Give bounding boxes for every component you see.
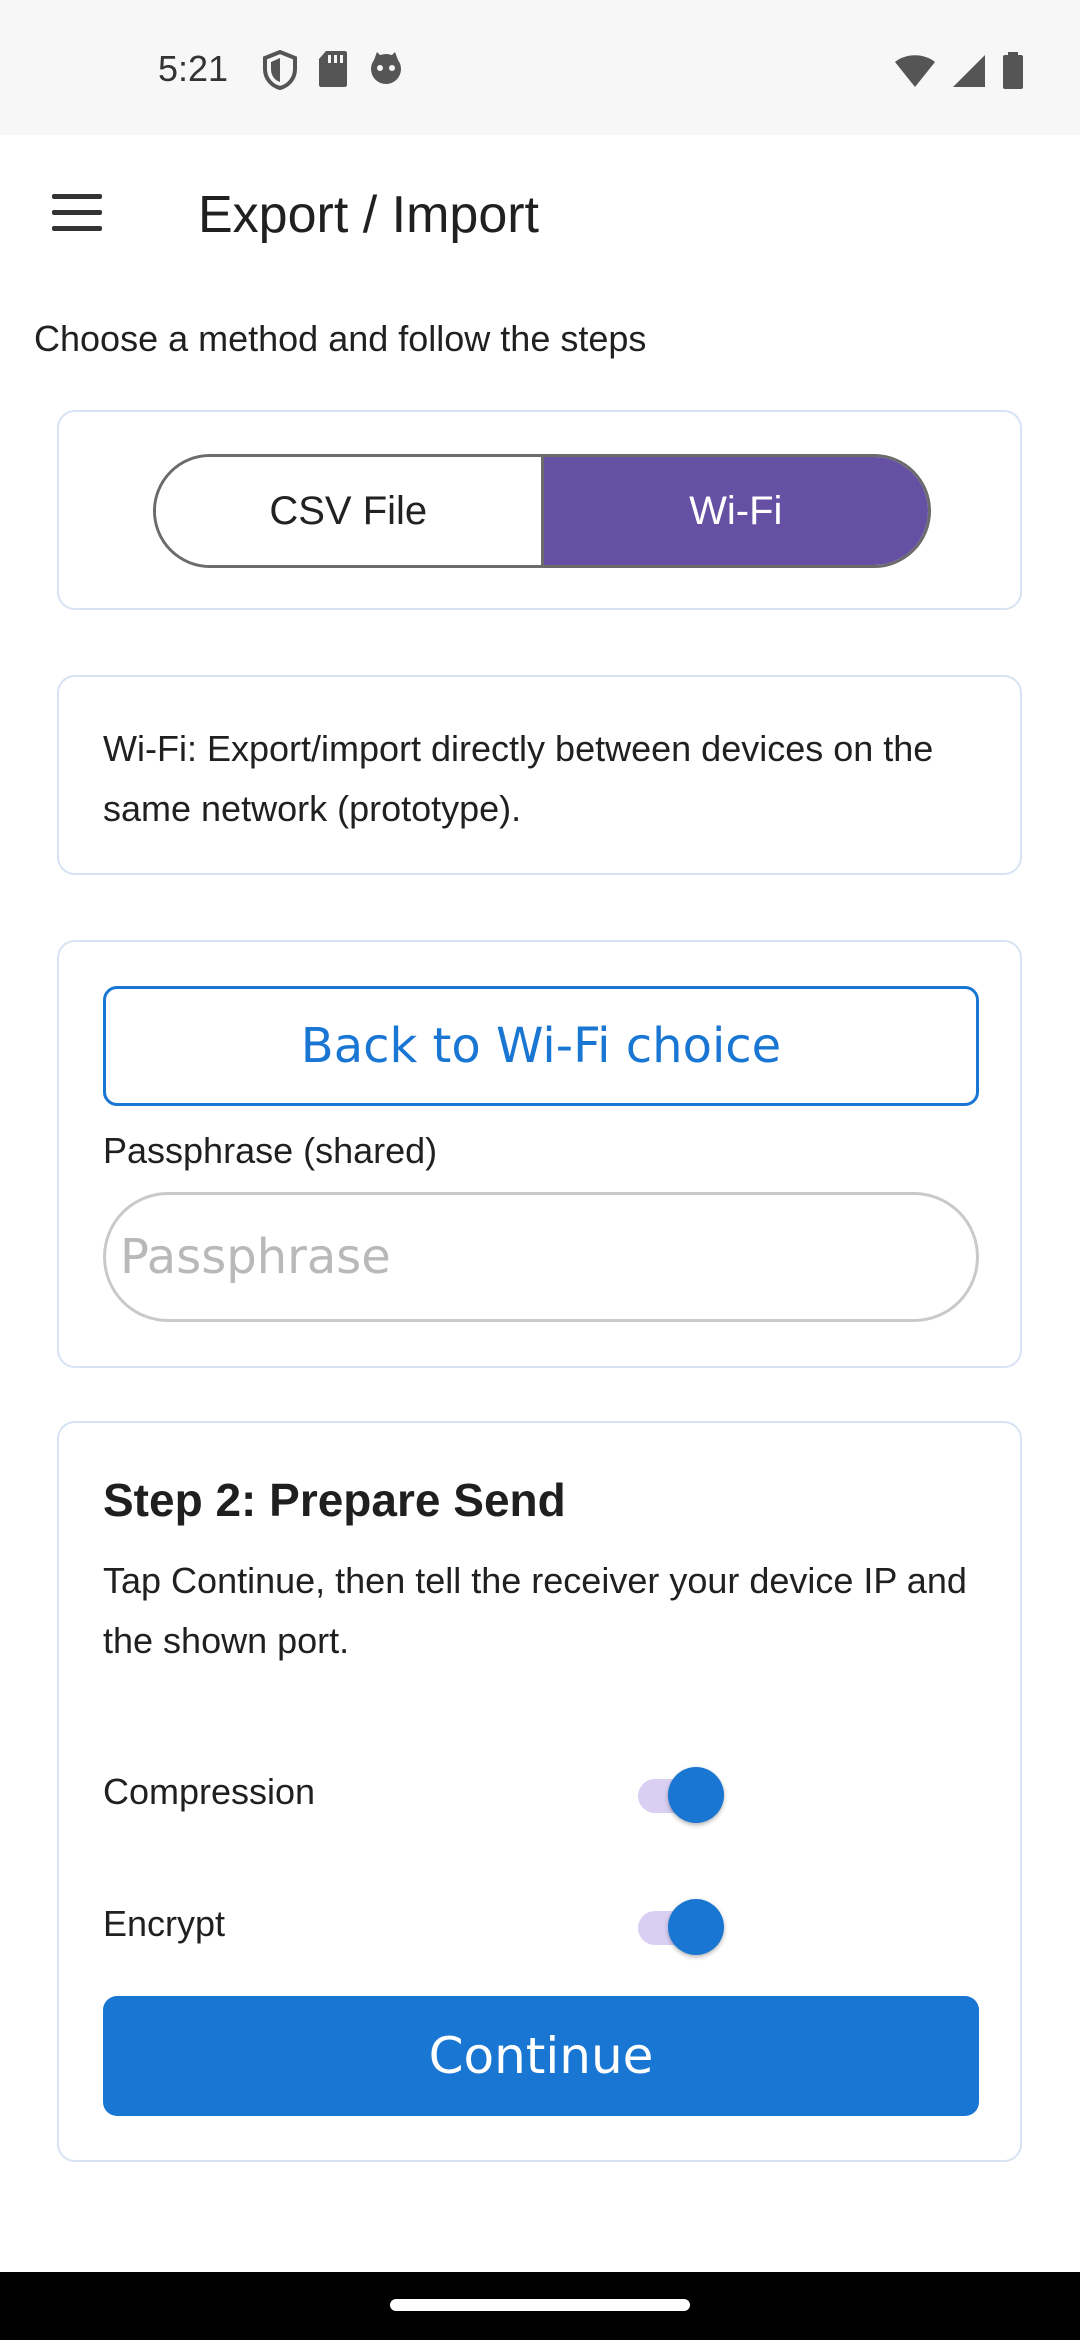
- compression-row: Compression: [103, 1757, 724, 1827]
- sd-card-icon: [319, 51, 347, 87]
- status-icons-right: [894, 52, 1024, 90]
- info-card: Wi-Fi: Export/import directly between de…: [57, 675, 1022, 875]
- back-to-wifi-choice-button[interactable]: Back to Wi-Fi choice: [103, 986, 979, 1106]
- step-title: Step 2: Prepare Send: [103, 1474, 566, 1526]
- cat-icon: [371, 52, 401, 84]
- shield-icon: [263, 50, 297, 90]
- wifi-icon: [895, 55, 935, 87]
- page-subtitle: Choose a method and follow the steps: [34, 318, 647, 359]
- hamburger-menu-icon: [52, 194, 102, 231]
- status-time: 5:21: [158, 48, 229, 89]
- page-title: Export / Import: [198, 186, 539, 244]
- continue-button[interactable]: Continue: [103, 1996, 979, 2116]
- menu-button[interactable]: [48, 190, 106, 236]
- passphrase-input[interactable]: [103, 1192, 979, 1322]
- method-selector-card: CSV File Wi-Fi: [57, 410, 1022, 610]
- status-icons-left: [262, 50, 404, 90]
- encrypt-label: Encrypt: [103, 1903, 226, 1944]
- battery-icon: [1003, 52, 1023, 89]
- compression-switch-thumb: [668, 1767, 724, 1823]
- encrypt-row: Encrypt: [103, 1889, 724, 1959]
- segment-wifi[interactable]: Wi-Fi: [543, 457, 928, 565]
- app-bar: Export / Import: [0, 135, 1080, 295]
- encrypt-switch-thumb: [668, 1899, 724, 1955]
- home-indicator[interactable]: [390, 2299, 690, 2311]
- step-description: Tap Continue, then tell the receiver you…: [103, 1560, 967, 1661]
- wifi-passphrase-card: Back to Wi-Fi choice Passphrase (shared): [57, 940, 1022, 1368]
- info-text: Wi-Fi: Export/import directly between de…: [103, 728, 934, 829]
- navigation-bar: [0, 2272, 1080, 2340]
- compression-label: Compression: [103, 1771, 316, 1812]
- status-bar: 5:21: [0, 0, 1080, 135]
- segment-csv-file[interactable]: CSV File: [156, 457, 544, 565]
- compression-switch[interactable]: [638, 1767, 728, 1823]
- signal-icon: [953, 55, 985, 87]
- passphrase-label: Passphrase (shared): [103, 1130, 438, 1171]
- encrypt-switch[interactable]: [638, 1899, 728, 1955]
- method-segmented-control: CSV File Wi-Fi: [153, 454, 931, 568]
- step-card: Step 2: Prepare Send Tap Continue, then …: [57, 1421, 1022, 2162]
